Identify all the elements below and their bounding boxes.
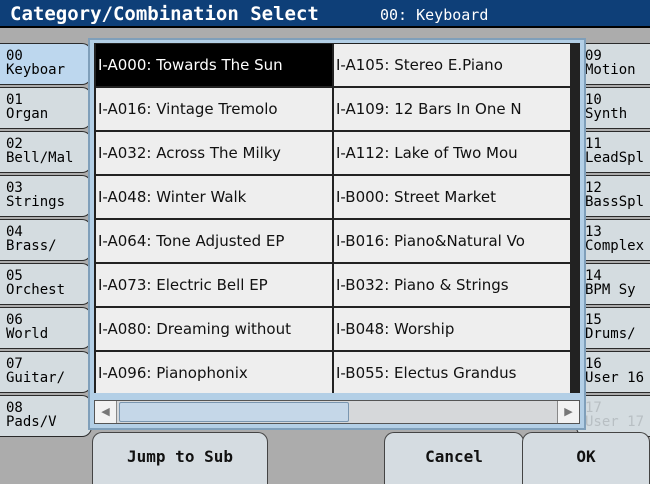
category-tab-name: BassSpl	[585, 194, 645, 210]
category-tab-number: 04	[6, 224, 23, 240]
category-tab-number: 06	[6, 312, 23, 328]
category-tab-08[interactable]: 08 Pads/V	[0, 395, 92, 437]
category-tab-name: Orchest	[6, 282, 66, 298]
category-tab-13[interactable]: 13 Complex	[576, 219, 650, 261]
category-tab-number: 02	[6, 136, 23, 152]
category-tab-number: 08	[6, 400, 23, 416]
title-bar: Category/Combination Select 00: Keyboard	[0, 0, 650, 28]
category-tab-number: 13	[585, 224, 602, 240]
category-tab-06[interactable]: 06 World	[0, 307, 92, 349]
category-tab-name: Pads/V	[6, 414, 57, 430]
category-tab-02[interactable]: 02 Bell/Mal	[0, 131, 92, 173]
category-tab-15[interactable]: 15 Drums/	[576, 307, 650, 349]
category-tab-number: 07	[6, 356, 23, 372]
combination-item[interactable]: I-A112: Lake of Two Mou	[334, 132, 570, 174]
scroll-right-arrow-icon: ▶	[564, 405, 573, 418]
category-tab-01[interactable]: 01 Organ	[0, 87, 92, 129]
category-tab-number: 11	[585, 136, 602, 152]
category-tab-number: 14	[585, 268, 602, 284]
horizontal-scrollbar[interactable]: ◀ ▶	[94, 400, 580, 424]
combination-list: I-A000: Towards The Sun I-A105: Stereo E…	[94, 43, 580, 393]
category-tab-name: Motion	[585, 62, 636, 78]
category-tab-name: LeadSpl	[585, 150, 645, 166]
category-tab-number: 09	[585, 48, 602, 64]
combination-item[interactable]: I-A073: Electric Bell EP	[96, 264, 332, 306]
category-tab-name: User 17	[585, 414, 645, 430]
combination-item[interactable]: I-B032: Piano & Strings	[334, 264, 570, 306]
cancel-button[interactable]: Cancel	[384, 432, 524, 484]
category-tab-name: Drums/	[585, 326, 636, 342]
combination-item[interactable]: I-B055: Electus Grandus	[334, 352, 570, 393]
category-tab-16[interactable]: 16 User 16	[576, 351, 650, 393]
combination-item[interactable]: I-A109: 12 Bars In One N	[334, 88, 570, 130]
combination-item[interactable]: I-A016: Vintage Tremolo	[96, 88, 332, 130]
category-tab-03[interactable]: 03 Strings	[0, 175, 92, 217]
category-tab-number: 05	[6, 268, 23, 284]
combination-item[interactable]: I-B016: Piano&Natural Vo	[334, 220, 570, 262]
category-tab-number: 01	[6, 92, 23, 108]
category-tab-name: Brass/	[6, 238, 57, 254]
combination-item[interactable]: I-A105: Stereo E.Piano	[334, 44, 570, 86]
category-tab-09[interactable]: 09 Motion	[576, 43, 650, 85]
category-tab-10[interactable]: 10 Synth	[576, 87, 650, 129]
category-tab-number: 03	[6, 180, 23, 196]
combination-item[interactable]: I-A048: Winter Walk	[96, 176, 332, 218]
category-tab-number: 15	[585, 312, 602, 328]
category-tab-name: Guitar/	[6, 370, 66, 386]
category-tab-number: 10	[585, 92, 602, 108]
category-tab-12[interactable]: 12 BassSpl	[576, 175, 650, 217]
scroll-right-button[interactable]: ▶	[557, 401, 579, 423]
dialog-title: Category/Combination Select	[10, 3, 319, 25]
category-tab-07[interactable]: 07 Guitar/	[0, 351, 92, 393]
combination-item[interactable]: I-B048: Worship	[334, 308, 570, 350]
category-tab-11[interactable]: 11 LeadSpl	[576, 131, 650, 173]
category-tab-name: Keyboar	[6, 62, 66, 78]
category-tab-name: BPM Sy	[585, 282, 636, 298]
category-tab-05[interactable]: 05 Orchest	[0, 263, 92, 305]
combination-item[interactable]: I-A064: Tone Adjusted EP	[96, 220, 332, 262]
category-tab-name: World	[6, 326, 49, 342]
jump-to-sub-button[interactable]: Jump to Sub	[92, 432, 268, 484]
category-tab-number: 12	[585, 180, 602, 196]
category-tab-number: 00	[6, 48, 23, 64]
category-tab-name: Synth	[585, 106, 628, 122]
combination-select-dialog: Category/Combination Select 00: Keyboard…	[0, 0, 650, 484]
category-tab-number: 16	[585, 356, 602, 372]
combination-item[interactable]: I-A096: Pianophonix	[96, 352, 332, 393]
scroll-left-button[interactable]: ◀	[95, 401, 117, 423]
category-tab-name: Bell/Mal	[6, 150, 74, 166]
category-tab-14[interactable]: 14 BPM Sy	[576, 263, 650, 305]
category-tab-04[interactable]: 04 Brass/	[0, 219, 92, 261]
combination-item[interactable]: I-A032: Across The Milky	[96, 132, 332, 174]
category-tab-name: Strings	[6, 194, 66, 210]
scroll-left-arrow-icon: ◀	[101, 405, 110, 418]
category-tab-name: Organ	[6, 106, 49, 122]
combination-item-selected[interactable]: I-A000: Towards The Sun	[96, 44, 332, 86]
category-tab-number: 17	[585, 400, 602, 416]
category-tab-name: Complex	[585, 238, 645, 254]
category-tab-name: User 16	[585, 370, 645, 386]
combination-item[interactable]: I-B000: Street Market	[334, 176, 570, 218]
category-tab-17: 17 User 17	[576, 395, 650, 437]
scrollbar-thumb[interactable]	[119, 402, 349, 422]
ok-button[interactable]: OK	[522, 432, 650, 484]
combination-item[interactable]: I-A080: Dreaming without	[96, 308, 332, 350]
current-category-label: 00: Keyboard	[380, 6, 489, 24]
category-tab-00[interactable]: 00 Keyboar	[0, 43, 92, 85]
